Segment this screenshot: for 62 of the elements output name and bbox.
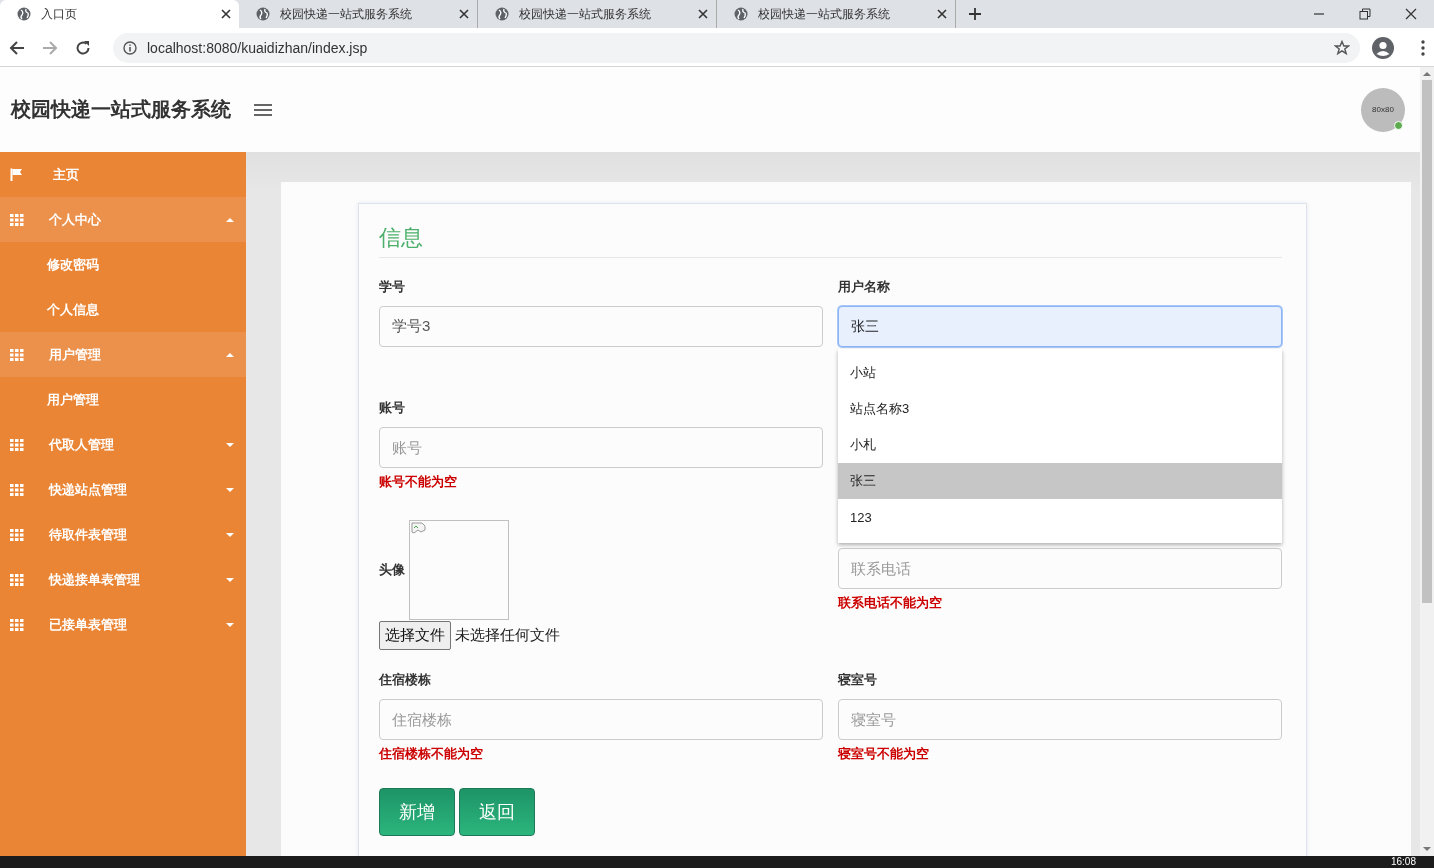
more-icon[interactable] — [1421, 39, 1425, 56]
form-heading: 信息 — [379, 223, 1282, 258]
error-message: 联系电话不能为空 — [838, 594, 943, 612]
scroll-down-icon[interactable] — [1423, 846, 1431, 852]
grid-icon — [10, 348, 24, 361]
field-label: 寝室号 — [838, 671, 878, 689]
browser-tab[interactable]: 校园快递一站式服务系统 — [717, 0, 956, 28]
close-icon[interactable] — [1405, 8, 1417, 20]
back-icon[interactable] — [9, 39, 25, 56]
restore-icon[interactable] — [1359, 8, 1371, 20]
error-message: 账号不能为空 — [379, 473, 458, 491]
reload-icon[interactable] — [75, 39, 91, 56]
flag-icon — [10, 168, 23, 181]
input-field[interactable]: 学号3 — [379, 306, 823, 347]
dropdown-option[interactable]: 站点名称3 — [838, 391, 1282, 427]
app-title: 校园快递一站式服务系统 — [11, 97, 231, 122]
dropdown-option[interactable]: 小札 — [838, 427, 1282, 463]
globe-icon — [734, 7, 748, 21]
globe-icon — [495, 7, 509, 21]
close-icon[interactable] — [937, 9, 947, 19]
globe-icon — [17, 7, 31, 21]
browser-tab[interactable]: 校园快递一站式服务系统 — [239, 0, 478, 28]
file-status: 未选择任何文件 — [455, 626, 560, 645]
address-bar[interactable]: localhost:8080/kuaidizhan/index.jsp — [113, 32, 1360, 63]
input-field[interactable]: 住宿楼栋 — [379, 699, 823, 740]
avatar[interactable]: 80x80 — [1361, 87, 1405, 132]
scroll-up-icon[interactable] — [1423, 71, 1431, 77]
dropdown-option[interactable]: 小站 — [838, 355, 1282, 391]
globe-icon — [256, 7, 270, 21]
dropdown-option[interactable]: 张三 — [838, 463, 1282, 499]
input-field[interactable]: 寝室号 — [838, 699, 1282, 740]
field-label: 头像 — [379, 561, 405, 579]
scrollbar-thumb[interactable] — [1422, 80, 1432, 603]
grid-icon — [10, 573, 24, 586]
field-label: 学号 — [379, 278, 406, 296]
grid-icon — [10, 213, 24, 226]
input-field[interactable]: 联系电话 — [838, 548, 1282, 589]
select-field[interactable]: 张三 — [838, 306, 1282, 347]
grid-icon — [10, 438, 24, 451]
taskbar-clock: 16:08 — [1390, 856, 1416, 868]
field-label: 账号 — [379, 399, 406, 417]
close-icon[interactable] — [698, 9, 708, 19]
browser-tab[interactable]: 校园快递一站式服务系统 — [478, 0, 717, 28]
error-message: 寝室号不能为空 — [838, 745, 930, 763]
input-field[interactable]: 账号 — [379, 427, 823, 468]
dropdown-option[interactable]: 123 — [838, 499, 1282, 535]
browser-tab[interactable]: 入口页 — [0, 0, 239, 28]
profile-icon[interactable] — [1372, 36, 1394, 59]
url-text: localhost:8080/kuaidizhan/index.jsp — [147, 39, 369, 56]
field-label: 住宿楼栋 — [379, 671, 432, 689]
grid-icon — [10, 618, 24, 631]
grid-icon — [10, 528, 24, 541]
error-message: 住宿楼栋不能为空 — [379, 745, 484, 763]
grid-icon — [10, 483, 24, 496]
star-icon[interactable] — [1334, 39, 1350, 56]
close-icon[interactable] — [221, 9, 231, 19]
choose-file-button[interactable]: 选择文件 — [379, 621, 451, 650]
close-icon[interactable] — [459, 9, 469, 19]
menu-icon[interactable] — [253, 101, 273, 118]
new-tab-icon[interactable] — [968, 7, 982, 21]
info-icon — [123, 40, 137, 55]
field-label: 用户名称 — [838, 278, 891, 296]
